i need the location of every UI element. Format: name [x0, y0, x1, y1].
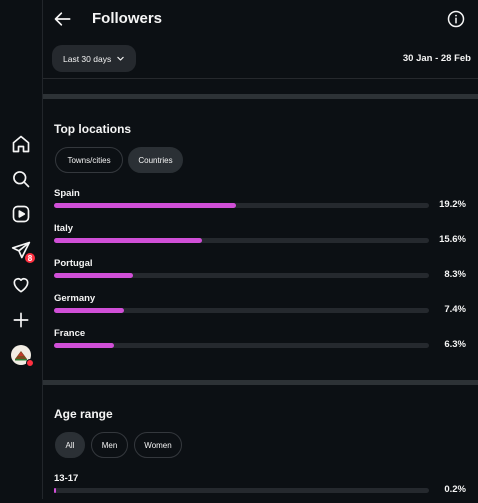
location-bar-track	[54, 343, 429, 348]
top-locations-title: Top locations	[54, 122, 132, 136]
location-name: Germany	[54, 293, 96, 304]
page-title: Followers	[92, 10, 163, 27]
location-row: Spain 19.2%	[54, 188, 472, 218]
location-bar-fill	[54, 308, 125, 313]
header: Followers	[43, 0, 478, 40]
direct-messages-icon[interactable]: 8	[9, 238, 36, 264]
age-percent: 0.2%	[444, 484, 466, 495]
period-label: Last 30 days	[63, 53, 112, 64]
home-icon[interactable]	[9, 132, 33, 156]
avatar-status-dot	[26, 359, 34, 367]
reels-icon[interactable]	[9, 202, 33, 226]
location-bar-fill	[54, 273, 133, 278]
location-name: France	[54, 328, 86, 339]
age-range-title: Age range	[54, 407, 113, 421]
divider	[43, 78, 478, 79]
location-bar-track	[54, 238, 429, 243]
location-name: Spain	[54, 188, 80, 199]
location-bar-fill	[54, 238, 203, 243]
tab-women[interactable]: Women	[134, 432, 182, 458]
location-bar-track	[54, 273, 429, 278]
location-row: Germany 7.4%	[54, 293, 472, 323]
search-icon[interactable]	[9, 167, 33, 191]
sidebar: 8	[0, 0, 43, 499]
section-separator	[43, 94, 478, 99]
location-row: Italy 15.6%	[54, 223, 472, 253]
location-row: Portugal 8.3%	[54, 258, 472, 288]
location-percent: 8.3%	[444, 269, 466, 280]
info-icon[interactable]	[447, 10, 465, 28]
age-bar-fill	[54, 488, 56, 493]
location-bar-track	[54, 203, 429, 208]
location-percent: 19.2%	[439, 199, 466, 210]
period-dropdown[interactable]: Last 30 days	[52, 45, 137, 72]
chevron-down-icon	[117, 56, 124, 61]
tab-all[interactable]: All	[55, 432, 85, 458]
location-row: France 6.3%	[54, 328, 472, 358]
notification-badge: 8	[24, 252, 36, 264]
location-bar-track	[54, 308, 429, 313]
location-bar-fill	[54, 203, 237, 208]
location-percent: 7.4%	[444, 304, 466, 315]
location-percent: 15.6%	[439, 234, 466, 245]
section-separator	[43, 380, 478, 385]
create-icon[interactable]	[9, 308, 33, 332]
tab-countries[interactable]: Countries	[128, 147, 183, 173]
main-panel: Followers Last 30 days 30 Jan - 28 Feb T…	[43, 0, 478, 499]
date-range: 30 Jan - 28 Feb	[402, 53, 471, 64]
arrow-left-icon[interactable]	[53, 9, 73, 29]
heart-icon[interactable]	[9, 273, 33, 297]
location-bar-fill	[54, 343, 114, 348]
tab-men[interactable]: Men	[91, 432, 128, 458]
location-name: Italy	[54, 223, 74, 234]
location-name: Portugal	[54, 258, 93, 269]
tab-towns-cities[interactable]: Towns/cities	[55, 147, 123, 173]
age-name: 13-17	[54, 473, 79, 484]
location-percent: 6.3%	[444, 339, 466, 350]
age-bar-track	[54, 488, 429, 493]
